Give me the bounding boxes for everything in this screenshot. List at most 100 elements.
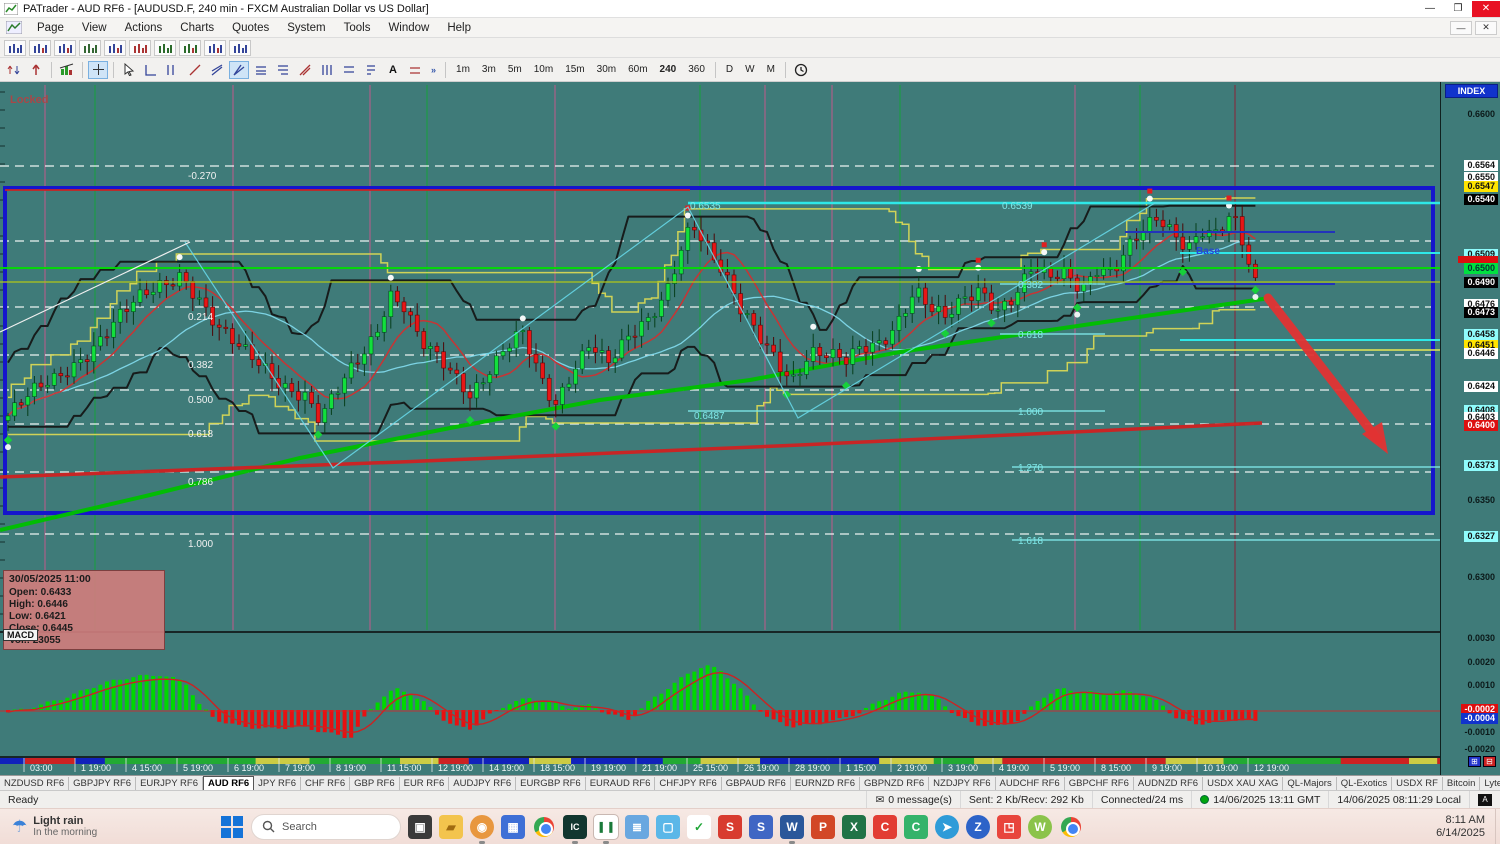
- gann-levels-icon[interactable]: [273, 61, 293, 79]
- tab-audjpy-rf6[interactable]: AUDJPY RF6: [449, 777, 516, 790]
- tab-eur-rf6[interactable]: EUR RF6: [400, 777, 450, 790]
- timeframe-30m[interactable]: 30m: [592, 62, 621, 77]
- excel-icon[interactable]: X: [842, 815, 866, 839]
- notes-icon[interactable]: ≣: [625, 815, 649, 839]
- sticky-notes-icon[interactable]: S: [718, 815, 742, 839]
- tab-bitcoin[interactable]: Bitcoin: [1443, 777, 1481, 790]
- price-chart[interactable]: Base-0.2700.2140.3820.5000.6180.7861.000…: [0, 82, 1440, 775]
- tab-aud-rf6[interactable]: AUD RF6: [203, 776, 254, 791]
- tab-chfjpy-rf6[interactable]: CHFJPY RF6: [655, 777, 721, 790]
- word-icon[interactable]: W: [780, 815, 804, 839]
- tab-audchf-rf6[interactable]: AUDCHF RF6: [996, 777, 1065, 790]
- sort-descending-icon[interactable]: [26, 61, 46, 79]
- patrader-icon[interactable]: ▌▐: [594, 815, 618, 839]
- timeframe-60m[interactable]: 60m: [623, 62, 652, 77]
- clock-icon[interactable]: [791, 61, 811, 79]
- tab-eurgbp-rf6[interactable]: EURGBP RF6: [516, 777, 586, 790]
- menu-item-system[interactable]: System: [278, 20, 334, 36]
- channel-vertical-icon[interactable]: [163, 61, 183, 79]
- menu-item-actions[interactable]: Actions: [116, 20, 172, 36]
- minimize-button[interactable]: —: [1416, 1, 1444, 17]
- tab-gbpjpy-rf6[interactable]: GBPJPY RF6: [69, 777, 136, 790]
- status-messages[interactable]: ✉ 0 message(s): [866, 791, 959, 808]
- show-desktop-button[interactable]: [1495, 809, 1500, 844]
- trendline-icon[interactable]: [185, 61, 205, 79]
- chrome-icon-2[interactable]: [1059, 815, 1083, 839]
- tab-euraud-rf6[interactable]: EURAUD RF6: [586, 777, 656, 790]
- taskbar-clock[interactable]: 8:11 AM 6/14/2025: [1436, 814, 1495, 840]
- timeframe-10m[interactable]: 10m: [529, 62, 558, 77]
- histogram-icon[interactable]: [57, 61, 77, 79]
- tab-usdx-xau-xag[interactable]: USDX XAU XAG: [1203, 777, 1283, 790]
- tab-gbpaud-rf6[interactable]: GBPAUD RF6: [722, 777, 791, 790]
- tab-eurjpy-rf6[interactable]: EURJPY RF6: [136, 777, 203, 790]
- powerpoint-icon[interactable]: P: [811, 815, 835, 839]
- timeframe-240[interactable]: 240: [655, 62, 682, 77]
- depth-chart-icon[interactable]: [229, 40, 251, 56]
- appgallery-icon[interactable]: ◳: [997, 815, 1021, 839]
- menu-item-page[interactable]: Page: [28, 20, 73, 36]
- index-button[interactable]: INDEX: [1445, 84, 1498, 98]
- contacts-icon[interactable]: ◉: [470, 815, 494, 839]
- period-w[interactable]: W: [740, 62, 759, 77]
- maximize-button[interactable]: ❐: [1444, 1, 1472, 17]
- tab-lyte[interactable]: Lyte: [1480, 777, 1500, 790]
- horizontal-lines-icon[interactable]: [339, 61, 359, 79]
- menu-item-tools[interactable]: Tools: [335, 20, 380, 36]
- fib-levels-icon[interactable]: [251, 61, 271, 79]
- menu-item-view[interactable]: View: [73, 20, 116, 36]
- task-view-icon[interactable]: ▣: [408, 815, 432, 839]
- wise-icon[interactable]: W: [1028, 815, 1052, 839]
- crosshair-tool-icon[interactable]: [88, 61, 108, 79]
- trend-arrow-icon[interactable]: [179, 40, 201, 56]
- period-m[interactable]: M: [762, 62, 780, 77]
- tab-chf-rf6[interactable]: CHF RF6: [301, 777, 350, 790]
- scatter-chart-icon[interactable]: [129, 40, 151, 56]
- tab-gbpchf-rf6[interactable]: GBPCHF RF6: [1065, 777, 1134, 790]
- menu-item-charts[interactable]: Charts: [171, 20, 223, 36]
- timeframe-5m[interactable]: 5m: [503, 62, 527, 77]
- mdi-minimize-button[interactable]: —: [1450, 21, 1472, 35]
- tab-gbpnzd-rf6[interactable]: GBPNZD RF6: [860, 777, 929, 790]
- toolbar-overflow-button[interactable]: »: [427, 65, 440, 75]
- timeframe-15m[interactable]: 15m: [560, 62, 589, 77]
- text-tool-icon[interactable]: A: [383, 61, 403, 79]
- line-bars-icon[interactable]: [29, 40, 51, 56]
- check-icon[interactable]: ✓: [687, 815, 711, 839]
- tab-eurnzd-rf6[interactable]: EURNZD RF6: [791, 777, 860, 790]
- chrome-icon[interactable]: [532, 815, 556, 839]
- pitchfork-icon[interactable]: [229, 61, 249, 79]
- volume-bars-icon[interactable]: [204, 40, 226, 56]
- close-button[interactable]: ✕: [1472, 1, 1500, 17]
- fan-lines-icon[interactable]: [207, 61, 227, 79]
- tab-ql-majors[interactable]: QL-Majors: [1283, 777, 1336, 790]
- zoom-out-button[interactable]: ⊟: [1483, 756, 1496, 767]
- start-button[interactable]: [220, 815, 244, 839]
- shotcut-icon[interactable]: S: [749, 815, 773, 839]
- text-levels-icon[interactable]: [361, 61, 381, 79]
- timeframe-360[interactable]: 360: [683, 62, 710, 77]
- bars-chart-icon[interactable]: [4, 40, 26, 56]
- menu-item-window[interactable]: Window: [379, 20, 438, 36]
- camtasia-icon[interactable]: C: [904, 815, 928, 839]
- telegram-icon[interactable]: ➤: [935, 815, 959, 839]
- menu-item-quotes[interactable]: Quotes: [223, 20, 278, 36]
- photos-icon[interactable]: ▢: [656, 815, 680, 839]
- sort-ascending-icon[interactable]: [4, 61, 24, 79]
- tab-nzdusd-rf6[interactable]: NZDUSD RF6: [0, 777, 69, 790]
- search-box[interactable]: Search: [251, 814, 401, 840]
- line-chart-icon[interactable]: [79, 40, 101, 56]
- ic-markets-icon[interactable]: IC: [563, 815, 587, 839]
- ohlc-chart-icon[interactable]: [54, 40, 76, 56]
- crimson-icon[interactable]: C: [873, 815, 897, 839]
- weather-widget[interactable]: ☂ Light rain In the morning: [0, 815, 220, 838]
- zoom-in-button[interactable]: ⊞: [1468, 756, 1481, 767]
- calculator-icon[interactable]: ▦: [501, 815, 525, 839]
- trend-up-icon[interactable]: [154, 40, 176, 56]
- candle-chart-icon[interactable]: [104, 40, 126, 56]
- cursor-tool-icon[interactable]: [119, 61, 139, 79]
- mdi-close-button[interactable]: ✕: [1475, 21, 1497, 35]
- andrews-icon[interactable]: [405, 61, 425, 79]
- period-d[interactable]: D: [721, 62, 738, 77]
- tab-ql-exotics[interactable]: QL-Exotics: [1337, 777, 1392, 790]
